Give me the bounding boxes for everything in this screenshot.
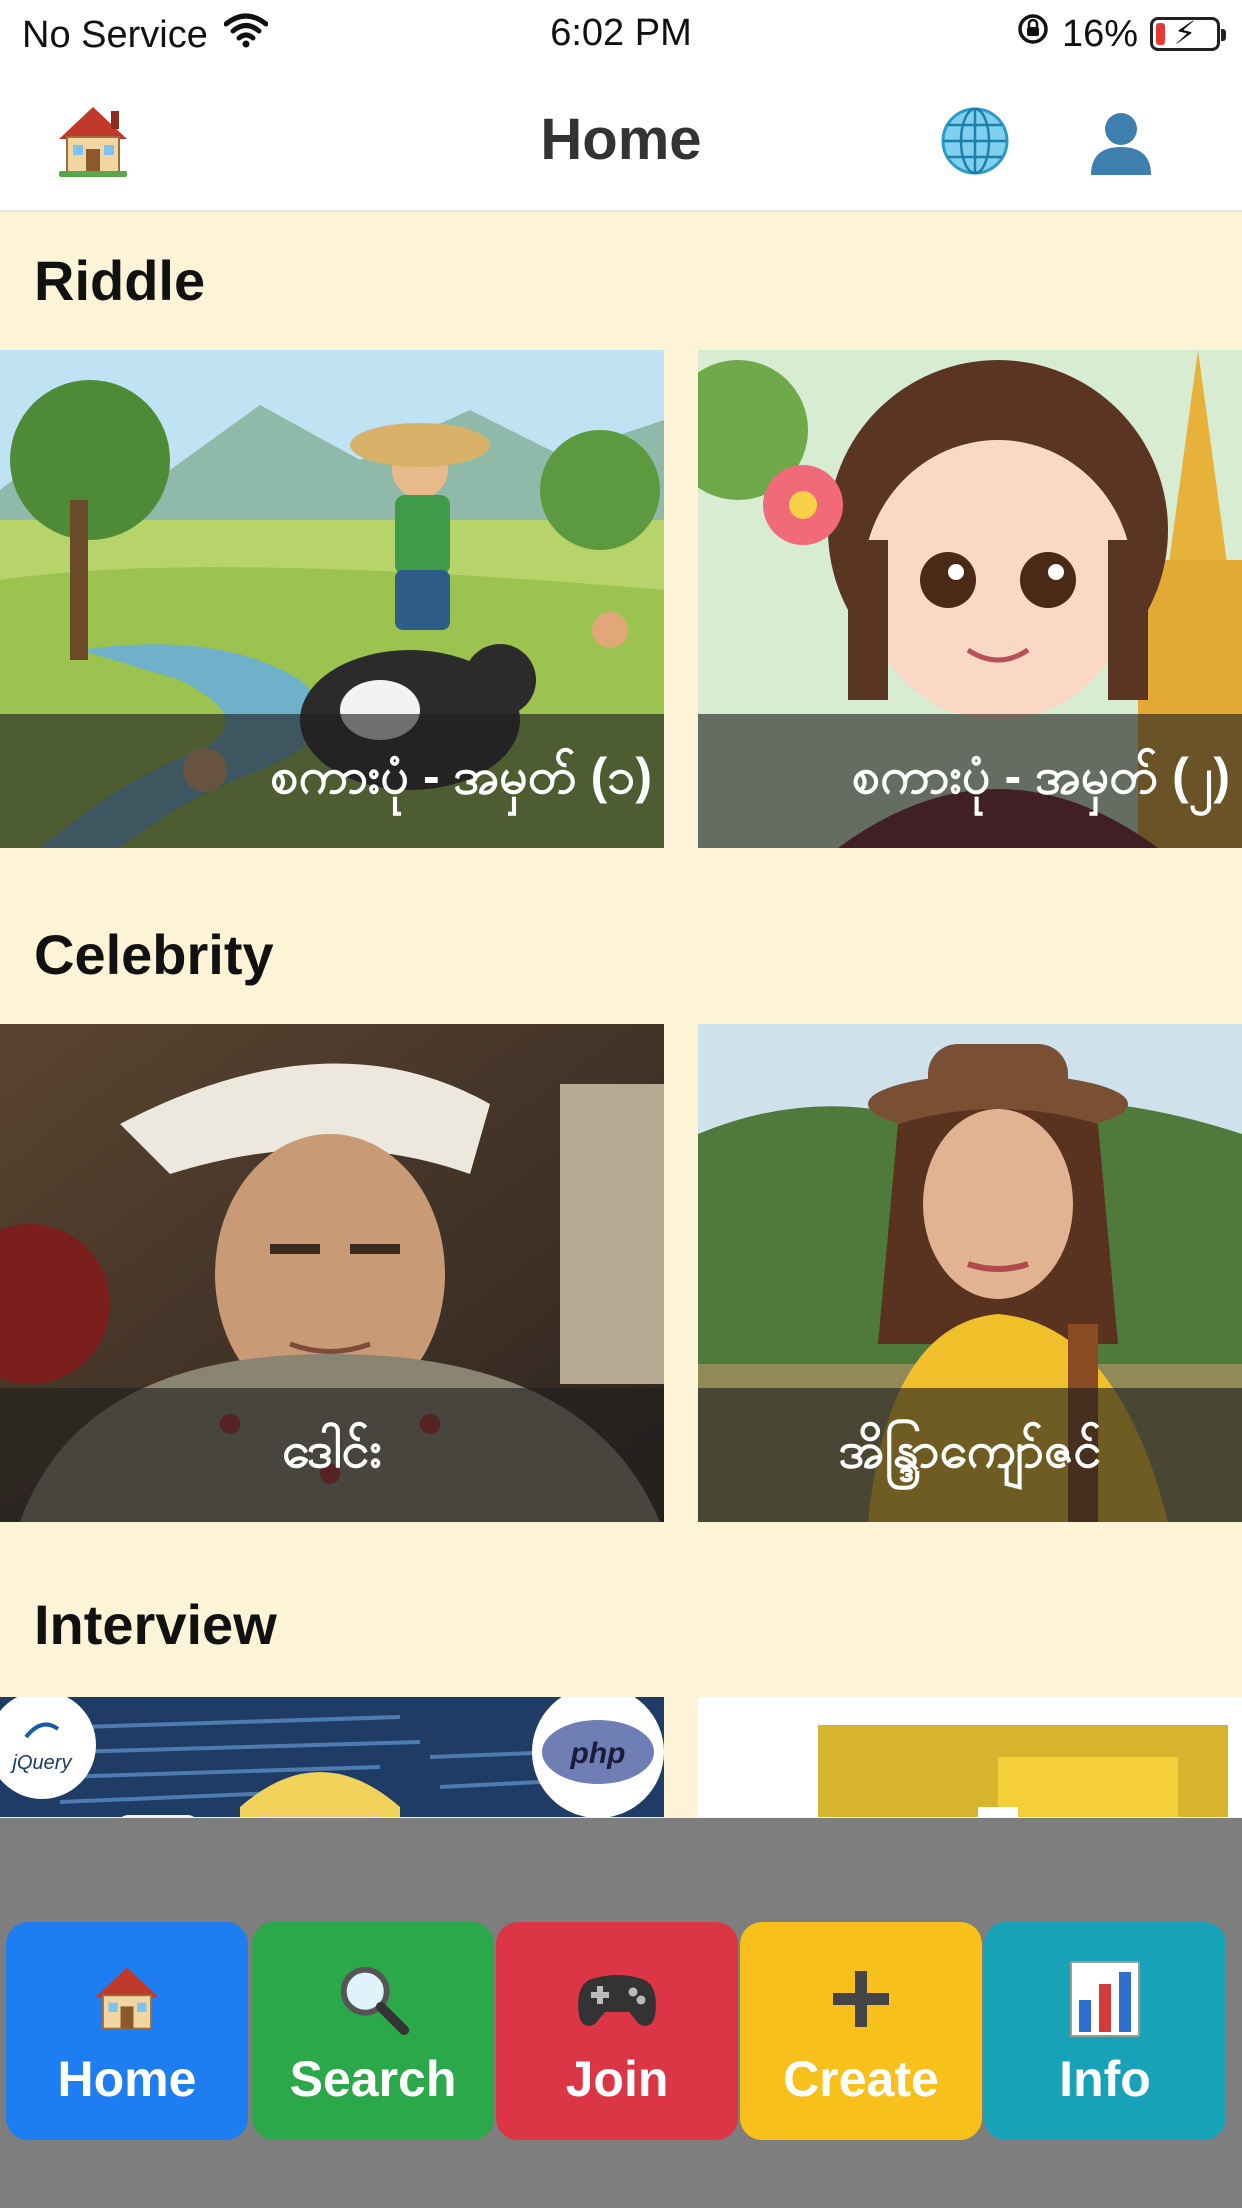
riddle-card-1[interactable]: စကားပုံ - အမှတ် (၁) xyxy=(0,350,664,848)
riddle-card-2[interactable]: စကားပုံ - အမှတ် (၂) xyxy=(698,350,1242,848)
plus-icon xyxy=(829,1954,893,2044)
gamepad-icon xyxy=(575,1954,659,2044)
section-title-celebrity: Celebrity xyxy=(34,923,274,986)
tab-create[interactable]: Create xyxy=(740,1922,982,2140)
status-bar: No Service 6:02 PM 16% ⚡ xyxy=(0,0,1242,70)
user-icon[interactable] xyxy=(1076,96,1166,186)
tab-label: Join xyxy=(565,2051,669,2107)
jquery-logo-text: jQuery xyxy=(10,1752,73,1774)
status-right: 16% ⚡ xyxy=(1016,12,1226,56)
page-title: Home xyxy=(540,107,702,172)
celebrity-card-1[interactable]: ဒေါင်း xyxy=(0,1024,664,1522)
magnifier-icon xyxy=(334,1954,412,2044)
bottom-tab-bar: Home Search Join Create Info xyxy=(0,1818,1242,2208)
card-caption: အိန္ဒြာကျော်ဇင် xyxy=(698,1388,1242,1522)
card-caption: ဒေါင်း xyxy=(0,1388,664,1522)
card-caption: စကားပုံ - အမှတ် (၁) xyxy=(0,714,664,848)
celebrity-card-2[interactable]: အိန္ဒြာကျော်ဇင် xyxy=(698,1024,1242,1522)
section-title-riddle: Riddle xyxy=(34,249,206,312)
yellow-document-icon-illustration xyxy=(698,1697,1242,1817)
php-logo-text: php xyxy=(570,1737,626,1770)
tab-home[interactable]: Home xyxy=(6,1922,248,2140)
tab-label: Info xyxy=(1059,2051,1151,2107)
tab-label: Create xyxy=(783,2051,939,2107)
tab-search[interactable]: Search xyxy=(252,1922,494,2140)
tab-label: Home xyxy=(57,2051,197,2107)
section-title-interview: Interview xyxy=(34,1593,277,1656)
battery-icon: ⚡ xyxy=(1150,15,1226,51)
web-dev-programmer-illustration: jQuery php xyxy=(0,1697,664,1817)
content-scroll[interactable]: Riddle စကားပုံ - အမှတ် (၁) စကားပုံ - အမှ… xyxy=(0,212,1242,1817)
tab-label: Search xyxy=(289,2051,457,2107)
rotation-lock-icon xyxy=(1016,12,1050,56)
globe-icon[interactable] xyxy=(930,96,1020,186)
bar-chart-icon xyxy=(1069,1954,1141,2044)
navigation-bar: Home xyxy=(0,70,1242,212)
charging-bolt-icon: ⚡ xyxy=(1173,15,1197,51)
interview-card-1[interactable]: jQuery php xyxy=(0,1697,664,1817)
battery-percent: 16% xyxy=(1061,12,1138,55)
house-icon xyxy=(90,1954,164,2044)
tab-info[interactable]: Info xyxy=(984,1922,1226,2140)
interview-card-2[interactable] xyxy=(698,1697,1242,1817)
card-caption: စကားပုံ - အမှတ် (၂) xyxy=(698,714,1242,848)
tab-join[interactable]: Join xyxy=(496,1922,738,2140)
